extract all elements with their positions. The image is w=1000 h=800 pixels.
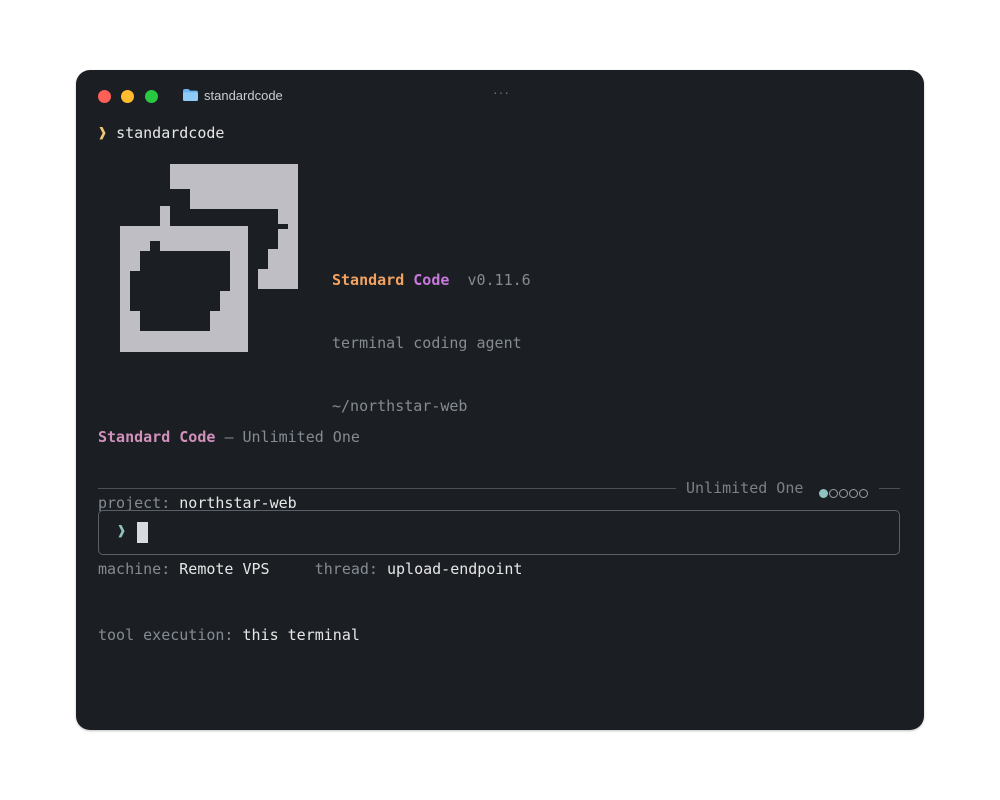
separator-rule-end xyxy=(879,488,900,489)
usage-level-dot xyxy=(839,489,848,498)
input-chevron-icon: ❱ xyxy=(117,522,127,540)
product-name-part2: Code xyxy=(179,428,216,446)
terminal-window: standardcode ··· ❱ standardcode Standard… xyxy=(76,70,924,730)
banner-name-part1: Standard xyxy=(332,271,405,289)
window-title: standardcode xyxy=(204,88,283,103)
usage-level-dot xyxy=(829,489,838,498)
usage-level-dot xyxy=(849,489,858,498)
thread-value: upload-endpoint xyxy=(387,560,523,578)
plan-name: Unlimited One xyxy=(242,428,360,446)
prompt-chevron-icon: ❱ xyxy=(98,124,108,142)
folder-icon xyxy=(183,89,198,101)
product-line: Standard Code – Unlimited One xyxy=(98,426,522,448)
tool-label: tool execution: xyxy=(98,626,234,644)
separator-rule xyxy=(98,488,676,489)
tool-line: tool execution: this terminal xyxy=(98,624,522,646)
banner-title-line: Standard Code v0.11.6 xyxy=(332,270,531,291)
prompt-input-box[interactable]: ❱ xyxy=(98,510,900,555)
prompt-command: standardcode xyxy=(116,124,225,142)
thread-label: thread: xyxy=(314,560,378,578)
product-dash: – xyxy=(224,428,234,446)
product-name-part1: Standard xyxy=(98,428,171,446)
close-window-button[interactable] xyxy=(98,90,111,103)
banner-version: v0.11.6 xyxy=(467,271,531,289)
machine-label: machine: xyxy=(98,560,171,578)
ellipsis-icon[interactable]: ··· xyxy=(493,84,510,100)
machine-value: Remote VPS xyxy=(179,560,270,578)
shell-prompt-line: ❱ standardcode xyxy=(98,124,224,142)
minimize-window-button[interactable] xyxy=(121,90,134,103)
standard-code-logo xyxy=(120,164,298,352)
banner-tagline: terminal coding agent xyxy=(332,334,522,352)
zoom-window-button[interactable] xyxy=(145,90,158,103)
usage-level-dot xyxy=(819,489,828,498)
usage-level-indicator xyxy=(819,483,869,502)
banner-name-part2: Code xyxy=(413,271,450,289)
title-bar: standardcode ··· xyxy=(76,70,924,122)
machine-line: machine: Remote VPS thread: upload-endpo… xyxy=(98,558,522,580)
tool-value: this terminal xyxy=(242,626,360,644)
separator-plan-label: Unlimited One xyxy=(686,479,804,497)
text-cursor xyxy=(137,522,148,543)
usage-level-dot xyxy=(859,489,868,498)
